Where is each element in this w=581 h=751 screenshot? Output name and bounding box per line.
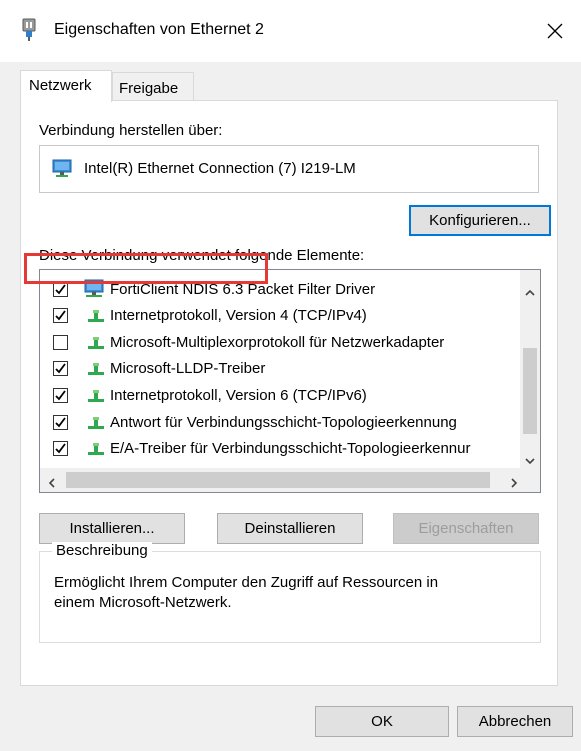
protocol-icon — [84, 332, 108, 352]
configure-button-label: Konfigurieren... — [429, 212, 531, 229]
scrollbar-thumb[interactable] — [66, 472, 490, 488]
protocol-icon — [84, 358, 108, 378]
vertical-scrollbar[interactable] — [520, 270, 540, 468]
protocol-icon — [84, 438, 108, 458]
tab-label: Freigabe — [119, 80, 179, 97]
tab-freigabe[interactable]: Freigabe — [112, 72, 194, 101]
connect-via-label: Verbindung herstellen über: — [39, 122, 223, 139]
list-item-ipv4[interactable]: Internetprotokoll, Version 4 (TCP/IPv4) — [40, 302, 530, 328]
description-line-1: Ermöglicht Ihrem Computer den Zugriff au… — [54, 574, 439, 591]
checkbox[interactable] — [53, 414, 68, 430]
list-item-lltd-driver[interactable]: E/A-Treiber für Verbindungsschicht-Topol… — [40, 435, 530, 461]
protocol-icon — [84, 305, 108, 325]
protocol-icon — [84, 412, 108, 432]
list-item-label: E/A-Treiber für Verbindungsschicht-Topol… — [110, 439, 471, 457]
close-button[interactable] — [538, 14, 572, 48]
network-adapter-icon — [52, 159, 74, 183]
highlight-box — [24, 253, 268, 284]
list-item-multiplexor[interactable]: Microsoft-Multiplexorprotokoll für Netzw… — [40, 329, 530, 355]
properties-button[interactable]: Eigenschaften — [393, 513, 539, 544]
list-item-ipv6[interactable]: Internetprotokoll, Version 6 (TCP/IPv6) — [40, 382, 530, 408]
window-title: Eigenschaften von Ethernet 2 — [54, 21, 264, 38]
properties-button-label: Eigenschaften — [418, 520, 514, 537]
description-legend: Beschreibung — [52, 542, 152, 559]
checkbox[interactable] — [53, 307, 68, 323]
uninstall-button-label: Deinstallieren — [244, 520, 336, 537]
ok-button-label: OK — [371, 713, 393, 730]
list-item-label: Internetprotokoll, Version 6 (TCP/IPv6) — [110, 386, 367, 404]
checkbox[interactable] — [53, 334, 68, 350]
checkbox[interactable] — [53, 440, 68, 456]
checkbox[interactable] — [53, 387, 68, 403]
tab-netzwerk[interactable]: Netzwerk — [20, 70, 112, 102]
protocol-icon — [84, 385, 108, 405]
uninstall-button[interactable]: Deinstallieren — [217, 513, 363, 544]
list-item-label: Microsoft-Multiplexorprotokoll für Netzw… — [110, 333, 445, 351]
ok-button[interactable]: OK — [315, 706, 449, 737]
chevron-right-icon[interactable] — [510, 475, 518, 492]
configure-button[interactable]: Konfigurieren... — [409, 205, 551, 236]
description-line-2: einem Microsoft-Netzwerk. — [54, 594, 232, 611]
list-item-label: Microsoft-LLDP-Treiber — [110, 359, 266, 377]
scrollbar-thumb[interactable] — [523, 348, 537, 434]
close-icon — [547, 23, 563, 39]
install-button[interactable]: Installieren... — [39, 513, 185, 544]
tab-label: Netzwerk — [29, 77, 92, 94]
checkbox[interactable] — [53, 360, 68, 376]
network-adapter-icon — [20, 18, 38, 46]
list-item-label: Antwort für Verbindungsschicht-Topologie… — [110, 413, 457, 431]
horizontal-scrollbar[interactable] — [40, 468, 540, 492]
chevron-up-icon[interactable] — [525, 284, 535, 301]
cancel-button-label: Abbrechen — [478, 713, 552, 730]
list-item-label: Internetprotokoll, Version 4 (TCP/IPv4) — [110, 306, 367, 324]
list-item-lldp[interactable]: Microsoft-LLDP-Treiber — [40, 355, 530, 381]
list-item-lltd-responder[interactable]: Antwort für Verbindungsschicht-Topologie… — [40, 409, 530, 435]
install-button-label: Installieren... — [69, 520, 155, 537]
description-group: Beschreibung Ermöglicht Ihrem Computer d… — [39, 542, 541, 643]
chevron-down-icon[interactable] — [525, 452, 535, 469]
adapter-name: Intel(R) Ethernet Connection (7) I219-LM — [84, 160, 356, 177]
adapter-box: Intel(R) Ethernet Connection (7) I219-LM — [39, 145, 539, 193]
chevron-left-icon[interactable] — [48, 475, 56, 492]
components-list[interactable]: FortiClient NDIS 6.3 Packet Filter Drive… — [39, 269, 541, 493]
title-bar: Eigenschaften von Ethernet 2 — [0, 0, 581, 62]
tab-panel-netzwerk: Verbindung herstellen über: Intel(R) Eth… — [20, 100, 558, 686]
cancel-button[interactable]: Abbrechen — [457, 706, 573, 737]
